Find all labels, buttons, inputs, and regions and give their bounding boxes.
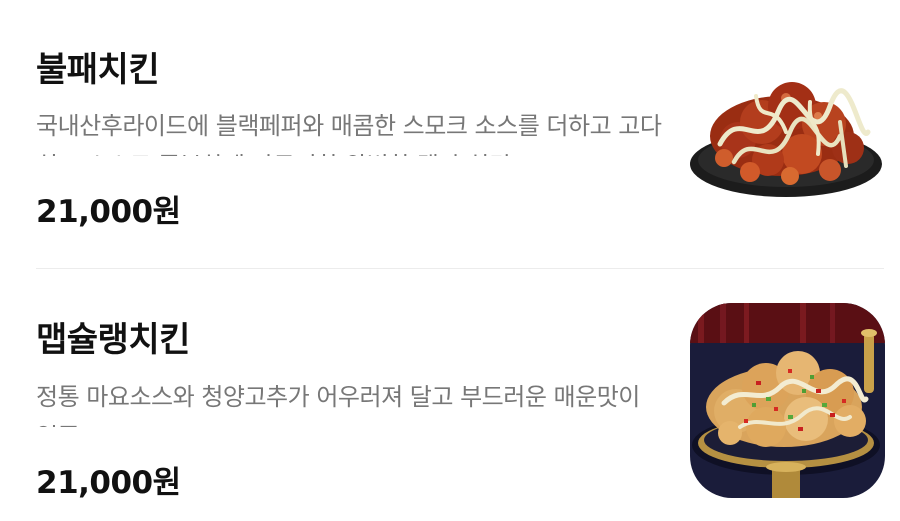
menu-item-name: 맵슐랭치킨 xyxy=(36,320,190,360)
menu-item[interactable]: 불패치킨 국내산후라이드에 블랙페퍼와 매콤한 스모크 소스를 더하고 고다치즈… xyxy=(0,0,900,268)
menu-item-description: 정통 마요소스와 청양고추가 어우러져 달고 부드러운 매운맛이 일품! xyxy=(36,383,640,427)
spicy-glazed-chicken-photo xyxy=(690,36,885,231)
menu-list: 불패치킨 국내산후라이드에 블랙페퍼와 매콤한 스모크 소스를 더하고 고다치즈… xyxy=(0,0,900,521)
menu-item-description: 국내산후라이드에 블랙페퍼와 매콤한 스모크 소스를 더하고 고다치즈 소스로 … xyxy=(36,112,662,156)
spicy-glazed-chicken-photo-drawing xyxy=(690,36,885,231)
menu-item[interactable]: 맵슐랭치킨 정통 마요소스와 청양고추가 어우러져 달고 부드러운 매운맛이 일… xyxy=(0,269,900,521)
menu-item-price: 21,000원 xyxy=(36,465,181,501)
mayo-chili-chicken-photo-drawing xyxy=(690,303,885,498)
mayo-chili-chicken-photo xyxy=(690,303,885,498)
menu-item-price: 21,000원 xyxy=(36,194,181,230)
menu-item-name: 불패치킨 xyxy=(36,50,160,90)
